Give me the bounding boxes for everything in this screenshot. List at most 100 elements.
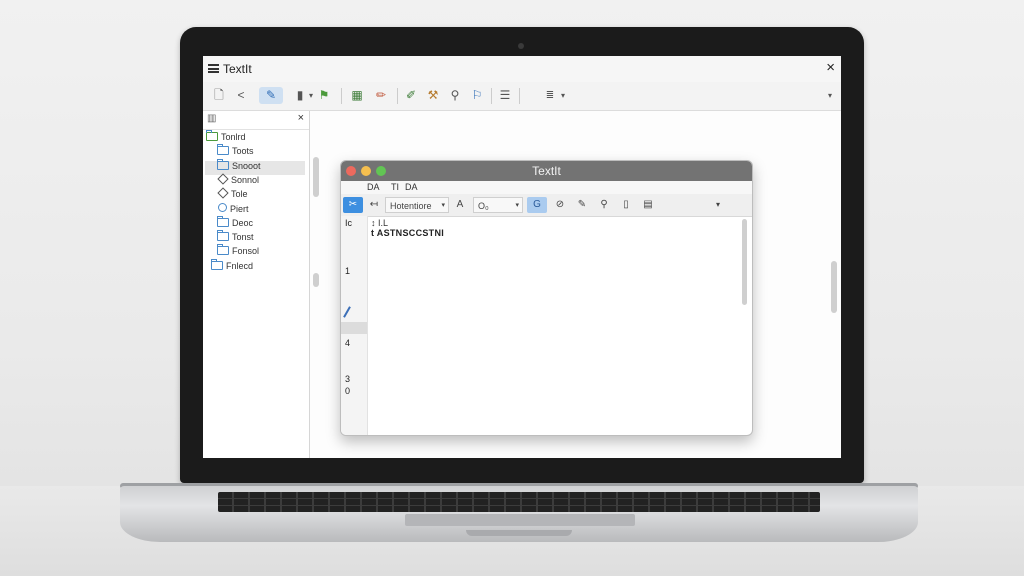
- tree-item-label: Toots: [232, 146, 254, 156]
- line-number: 0: [345, 386, 351, 396]
- splitter-handle[interactable]: [313, 157, 319, 197]
- laptop-base: [120, 486, 918, 542]
- line-number: 4: [345, 338, 351, 348]
- app-title: TextIt: [223, 62, 252, 76]
- tree-item-label: Fonsol: [232, 246, 260, 256]
- line-number: 3: [345, 374, 351, 384]
- toolbar-separator: [491, 88, 492, 104]
- size-select-value: O₀: [478, 201, 489, 211]
- editor-first-line[interactable]: t ASTNSCCSTNI: [371, 228, 444, 238]
- folder-icon: [217, 144, 229, 155]
- editor-scrollbar[interactable]: [742, 219, 747, 305]
- sidebar-header: ▥ ×: [203, 111, 309, 130]
- new-file-icon[interactable]: 🗋: [211, 87, 227, 104]
- tool-icon[interactable]: ⚒: [425, 87, 441, 104]
- textit-window: TextIt DA TI DA ✂ ↤ Hotentiore ▾ A O₀ ▾ G …: [340, 160, 753, 436]
- search-icon[interactable]: ⚲: [447, 87, 463, 104]
- folder-icon: [217, 216, 229, 227]
- gutter-marker: Ic: [345, 218, 353, 228]
- toolbar-separator: [397, 88, 398, 104]
- page-icon[interactable]: ▯: [619, 197, 633, 213]
- font-select[interactable]: Hotentiore ▾: [385, 197, 449, 213]
- flag-icon[interactable]: ⚐: [469, 87, 485, 104]
- list-icon[interactable]: ☰: [497, 87, 513, 104]
- sidebar-close-icon[interactable]: ×: [298, 112, 304, 124]
- circle-icon: [218, 203, 227, 212]
- keyboard: [218, 492, 820, 512]
- more-dropdown-icon[interactable]: ▾: [559, 87, 567, 104]
- tree-item-label: Tole: [231, 189, 248, 199]
- main-scrollbar[interactable]: [831, 261, 837, 313]
- zoom-icon[interactable]: ⚲: [597, 197, 611, 213]
- tree-item[interactable]: Tonst: [217, 230, 307, 246]
- app-toolbar: 🗋 < ✎ ▮ ▾ ⚑ ▦ ✏ ✐ ⚒ ⚲ ⚐ ☰ ≣ ▾ ▾: [203, 82, 841, 111]
- ruler-marker: ↕ I.L: [371, 218, 389, 228]
- tree-item-label: Sonnol: [231, 175, 260, 185]
- tree-item[interactable]: Deoc: [217, 216, 307, 232]
- laptop-screen: TextIt × 🗋 < ✎ ▮ ▾ ⚑ ▦ ✏ ✐ ⚒ ⚲ ⚐ ☰ ≣ ▾ ▾: [203, 56, 841, 458]
- menu-item[interactable]: DA: [367, 182, 380, 192]
- tree-item[interactable]: Toots: [217, 144, 307, 160]
- tree-item[interactable]: Sonnol: [217, 173, 307, 189]
- tree-item-label: Fnlecd: [226, 261, 254, 271]
- app-titlebar: TextIt ×: [203, 56, 841, 83]
- toolbar-separator: [341, 88, 342, 104]
- dropdown-icon[interactable]: ▾: [307, 87, 315, 104]
- edit-marker-icon: [343, 306, 351, 318]
- webcam: [518, 43, 524, 49]
- tree-item[interactable]: Tole: [217, 187, 307, 203]
- edit-icon[interactable]: ✐: [403, 87, 419, 104]
- splitter-handle[interactable]: [313, 273, 319, 287]
- menu-item[interactable]: DA: [405, 182, 418, 192]
- lid-notch: [466, 530, 572, 536]
- inner-toolbar: ✂ ↤ Hotentiore ▾ A O₀ ▾ G ⊘ ✎ ⚲ ▯ ▤ ▾: [341, 194, 752, 217]
- paint-icon[interactable]: ⚑: [317, 87, 331, 104]
- back-icon[interactable]: ↤: [367, 197, 381, 213]
- more-dropdown-icon[interactable]: ▾: [713, 197, 723, 213]
- chevron-down-icon: ▾: [441, 202, 445, 209]
- tree-item[interactable]: Fnlecd: [211, 259, 301, 275]
- share-icon[interactable]: <: [233, 87, 249, 104]
- laptop-lid: TextIt × 🗋 < ✎ ▮ ▾ ⚑ ▦ ✏ ✐ ⚒ ⚲ ⚐ ☰ ≣ ▾ ▾: [180, 27, 864, 483]
- chevron-down-icon: ▾: [515, 202, 519, 209]
- grid-icon[interactable]: ▦: [349, 87, 365, 104]
- menu-icon[interactable]: [208, 64, 219, 73]
- tree-item[interactable]: Fonsol: [217, 244, 307, 260]
- folder-icon: [217, 159, 229, 170]
- file-sidebar: ▥ × Tonlrd Toots Snooot Sonnol Tole Pier…: [203, 111, 310, 458]
- folder-icon[interactable]: ▮: [293, 87, 307, 104]
- cut-icon[interactable]: ✂: [343, 197, 363, 213]
- toolbar-separator: [519, 88, 520, 104]
- size-select[interactable]: O₀ ▾: [473, 197, 523, 213]
- tree-item[interactable]: Piert: [217, 203, 307, 217]
- tree-root[interactable]: Tonlrd: [206, 130, 246, 142]
- color-icon[interactable]: G: [527, 197, 547, 213]
- tree-item-label: Snooot: [232, 161, 261, 171]
- font-select-value: Hotentiore: [390, 201, 432, 211]
- overflow-icon[interactable]: ▾: [825, 87, 835, 104]
- panel-icon: ▥: [207, 113, 217, 124]
- tree-item-label: Deoc: [232, 218, 254, 228]
- diamond-icon: [217, 187, 229, 199]
- tree-item-selected[interactable]: Snooot: [205, 159, 305, 175]
- pen-icon[interactable]: ✎: [575, 197, 589, 213]
- font-icon[interactable]: A: [453, 197, 467, 213]
- pen-icon[interactable]: ✎: [259, 87, 283, 104]
- folder-icon: [206, 130, 218, 141]
- brush-icon[interactable]: ⊘: [553, 197, 567, 213]
- line-gutter: Ic 1 4 3 0: [341, 216, 368, 435]
- inner-menubar: DA TI DA: [341, 181, 752, 194]
- folder-icon: [211, 259, 223, 270]
- table-icon[interactable]: ▤: [641, 197, 655, 213]
- menu-item[interactable]: TI: [391, 182, 399, 192]
- tree-item-label: Piert: [230, 204, 249, 214]
- folder-icon: [217, 244, 229, 255]
- pencil-icon[interactable]: ✏: [373, 87, 389, 104]
- tree-item-label: Tonst: [232, 232, 254, 242]
- inner-titlebar: TextIt: [341, 161, 752, 181]
- trackpad: [405, 514, 635, 526]
- format-icon[interactable]: ≣: [543, 87, 557, 104]
- line-number: 1: [345, 266, 351, 276]
- close-icon[interactable]: ×: [826, 59, 835, 76]
- inner-window-title: TextIt: [532, 164, 561, 178]
